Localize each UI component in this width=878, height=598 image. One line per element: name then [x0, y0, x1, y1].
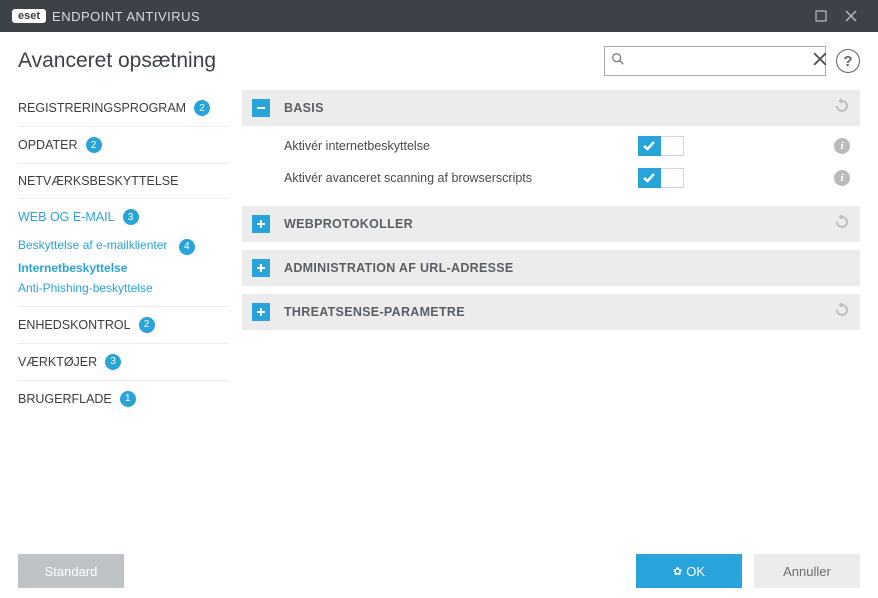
- cancel-button[interactable]: Annuller: [754, 554, 860, 588]
- section-basis: BASIS Aktivér internetbeskyttelse i: [242, 90, 860, 198]
- subnav-web-protection[interactable]: Internetbeskyttelse: [18, 258, 228, 278]
- nav-label: WEB OG E-MAIL: [18, 210, 115, 224]
- search-clear-icon[interactable]: [813, 52, 827, 71]
- reset-icon[interactable]: [834, 302, 850, 323]
- nav-badge: 2: [139, 317, 155, 333]
- nav-label: VÆRKTØJER: [18, 355, 97, 369]
- nav-item-network[interactable]: NETVÆRKSBESKYTTELSE: [18, 163, 228, 198]
- sidebar: REGISTRERINGSPROGRAM 2 OPDATER 2 NETVÆRK…: [0, 90, 228, 417]
- nav-badge: 3: [123, 209, 139, 225]
- search-box[interactable]: [604, 46, 826, 76]
- toggle-browser-scripts[interactable]: [638, 168, 684, 188]
- nav-label: NETVÆRKSBESKYTTELSE: [18, 174, 178, 188]
- section-header-webprotocols[interactable]: WEBPROTOKOLLER: [242, 206, 860, 242]
- section-threatsense: THREATSENSE-PARAMETRE: [242, 294, 860, 330]
- expand-icon: [252, 259, 270, 277]
- page-title: Avanceret opsætning: [18, 49, 216, 73]
- search-icon: [611, 52, 625, 71]
- check-icon: [638, 168, 661, 188]
- window-minimize-button[interactable]: [806, 0, 836, 32]
- reset-icon[interactable]: [834, 214, 850, 235]
- gear-icon: ✿: [673, 565, 682, 578]
- collapse-icon: [252, 99, 270, 117]
- footer: Standard ✿ OK Annuller: [0, 544, 878, 598]
- nav-label: ENHEDSKONTROL: [18, 318, 131, 332]
- nav-label: REGISTRERINGSPROGRAM: [18, 101, 186, 115]
- reset-icon[interactable]: [834, 98, 850, 119]
- nav-item-web-email[interactable]: WEB OG E-MAIL 3: [18, 198, 228, 235]
- subnav-label: Anti-Phishing-beskyttelse: [18, 281, 153, 295]
- section-webprotocols: WEBPROTOKOLLER: [242, 206, 860, 242]
- section-header-threatsense[interactable]: THREATSENSE-PARAMETRE: [242, 294, 860, 330]
- section-title: BASIS: [284, 101, 324, 115]
- help-button[interactable]: ?: [836, 49, 860, 73]
- nav-badge: 1: [120, 391, 136, 407]
- expand-icon: [252, 215, 270, 233]
- toggle-web-protection[interactable]: [638, 136, 684, 156]
- window-close-button[interactable]: [836, 0, 866, 32]
- nav-item-update[interactable]: OPDATER 2: [18, 126, 228, 163]
- brand-logo: eset: [12, 9, 46, 23]
- section-title: THREATSENSE-PARAMETRE: [284, 305, 465, 319]
- nav-item-tools[interactable]: VÆRKTØJER 3: [18, 343, 228, 380]
- nav-item-detection[interactable]: REGISTRERINGSPROGRAM 2: [18, 90, 228, 126]
- nav-badge: 4: [179, 239, 195, 255]
- nav-badge: 2: [86, 137, 102, 153]
- info-icon[interactable]: i: [834, 170, 850, 186]
- product-name: ENDPOINT ANTIVIRUS: [52, 9, 200, 24]
- nav-label: BRUGERFLADE: [18, 392, 112, 406]
- section-header-basis[interactable]: BASIS: [242, 90, 860, 126]
- subnav-email-clients[interactable]: Beskyttelse af e-mailklienter 4: [18, 235, 228, 258]
- section-title: WEBPROTOKOLLER: [284, 217, 413, 231]
- nav-item-device[interactable]: ENHEDSKONTROL 2: [18, 306, 228, 343]
- subnav-label: Internetbeskyttelse: [18, 261, 127, 275]
- section-url-admin: ADMINISTRATION AF URL-ADRESSE: [242, 250, 860, 286]
- expand-icon: [252, 303, 270, 321]
- nav-badge: 2: [194, 100, 210, 116]
- nav-label: OPDATER: [18, 138, 78, 152]
- setting-label: Aktivér avanceret scanning af browserscr…: [284, 171, 638, 185]
- section-header-url-admin[interactable]: ADMINISTRATION AF URL-ADRESSE: [242, 250, 860, 286]
- ok-button[interactable]: ✿ OK: [636, 554, 742, 588]
- info-icon[interactable]: i: [834, 138, 850, 154]
- setting-label: Aktivér internetbeskyttelse: [284, 139, 638, 153]
- default-button[interactable]: Standard: [18, 554, 124, 588]
- content-panel: BASIS Aktivér internetbeskyttelse i: [228, 90, 860, 417]
- titlebar: eset ENDPOINT ANTIVIRUS: [0, 0, 878, 32]
- subnav-anti-phishing[interactable]: Anti-Phishing-beskyttelse: [18, 278, 228, 298]
- section-title: ADMINISTRATION AF URL-ADRESSE: [284, 261, 514, 275]
- ok-label: OK: [686, 564, 705, 579]
- search-input[interactable]: [625, 54, 813, 69]
- subnav-label: Beskyttelse af e-mailklienter: [18, 238, 167, 252]
- setting-row: Aktivér internetbeskyttelse i: [242, 130, 860, 162]
- nav-item-ui[interactable]: BRUGERFLADE 1: [18, 380, 228, 417]
- check-icon: [638, 136, 661, 156]
- nav-badge: 3: [105, 354, 121, 370]
- setting-row: Aktivér avanceret scanning af browserscr…: [242, 162, 860, 194]
